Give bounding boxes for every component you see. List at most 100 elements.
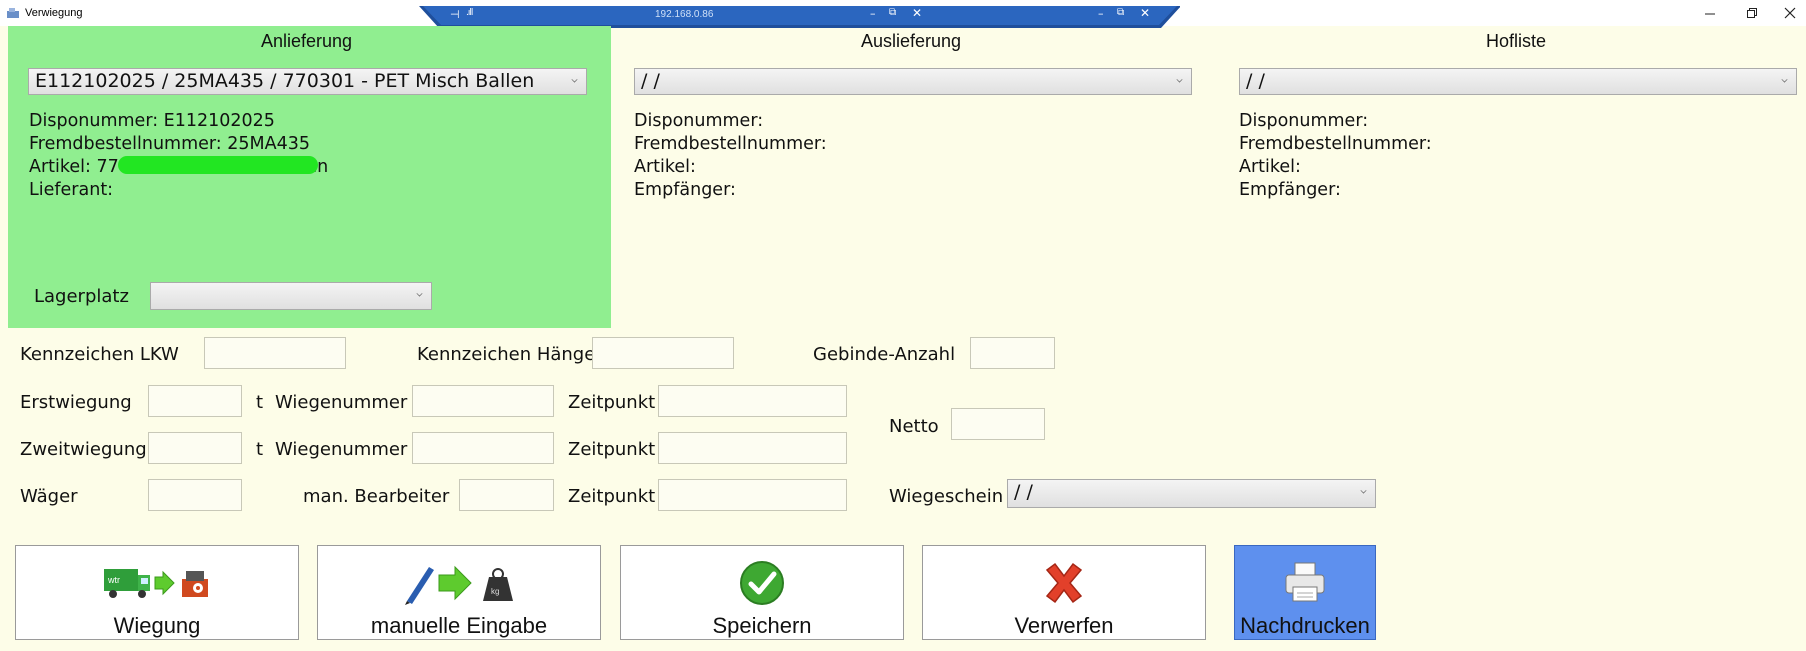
kennzeichen-lkw-input[interactable]: [204, 337, 346, 369]
netto-label: Netto: [889, 416, 939, 437]
wiegung-button[interactable]: wtr Wiegung: [15, 545, 299, 640]
kennzeichen-lkw-label: Kennzeichen LKW: [20, 344, 179, 365]
anlieferung-select[interactable]: E112102025 / 25MA435 / 770301 - PET Misc…: [28, 68, 587, 95]
speichern-icons: [739, 558, 785, 607]
auslieferung-title: Auslieferung: [861, 31, 962, 51]
kennzeichen-haenger-label: Kennzeichen Hänger: [417, 344, 603, 365]
red-x-icon: [1045, 562, 1083, 603]
wiegenummer-2-label: Wiegenummer: [275, 439, 408, 460]
restore-button[interactable]: [1737, 4, 1767, 22]
hofliste-fremdbestellnummer: Fremdbestellnummer:: [1239, 134, 1432, 154]
close-icon: [1784, 7, 1796, 19]
nachdrucken-icons: [1282, 558, 1328, 607]
hofliste-selected-value: / /: [1246, 70, 1265, 92]
auslieferung-details: Disponummer: Fremdbestellnummer: Artikel…: [634, 110, 827, 202]
title-bar: Verwiegung ⊣ .ıll 192.168.0.86 – ⧉ ✕ – ⧉…: [0, 0, 1806, 28]
gebinde-anzahl-input[interactable]: [970, 337, 1055, 369]
auslieferung-selected-value: / /: [641, 70, 660, 92]
verwerfen-label: Verwerfen: [1014, 613, 1114, 638]
hofliste-select[interactable]: / /: [1239, 68, 1797, 95]
pen-arrow-weight-icon: kg: [405, 565, 513, 605]
remote-close-icon-2[interactable]: ✕: [1140, 6, 1150, 20]
chevron-down-icon: [1781, 76, 1788, 83]
verwerfen-button[interactable]: Verwerfen: [922, 545, 1206, 640]
erstwiegung-unit: t: [256, 392, 264, 413]
zeitpunkt-1-input[interactable]: [658, 385, 847, 417]
manuelle-eingabe-icons: kg: [399, 558, 519, 607]
hofliste-empfaenger: Empfänger:: [1239, 180, 1341, 200]
auslieferung-select[interactable]: / /: [634, 68, 1192, 95]
wiegenummer-2-input[interactable]: [412, 432, 554, 464]
hofliste-disponummer: Disponummer:: [1239, 111, 1369, 131]
wiegenummer-1-label: Wiegenummer: [275, 392, 408, 413]
anlieferung-disponummer: Disponummer: E112102025: [29, 111, 275, 131]
anlieferung-selected-value: E112102025 / 25MA435 / 770301 - PET Misc…: [35, 70, 535, 92]
remote-minimize-icon[interactable]: –: [870, 7, 876, 20]
zeitpunkt-1-label: Zeitpunkt: [568, 392, 656, 413]
zweitwiegung-label: Zweitwiegung: [20, 439, 147, 460]
manuelle-eingabe-label: manuelle Eingabe: [370, 613, 548, 638]
speichern-label: Speichern: [712, 613, 812, 638]
manuelle-eingabe-button[interactable]: kg manuelle Eingabe: [317, 545, 601, 640]
zeitpunkt-3-input[interactable]: [658, 479, 847, 511]
waeger-input[interactable]: [148, 479, 242, 511]
printer-icon: [1285, 562, 1325, 601]
netto-input[interactable]: [951, 408, 1045, 440]
wiegung-label: Wiegung: [113, 613, 201, 638]
nachdrucken-label: Nachdrucken: [1240, 613, 1370, 638]
auslieferung-disponummer: Disponummer:: [634, 111, 764, 131]
signal-icon: .ıll: [466, 8, 473, 18]
minimize-button[interactable]: [1695, 4, 1725, 22]
hofliste-artikel: Artikel:: [1239, 157, 1301, 177]
chevron-down-icon: [416, 290, 423, 297]
zeitpunkt-3-label: Zeitpunkt: [568, 486, 656, 507]
chevron-down-icon: [571, 76, 578, 83]
truck-icon: wtr: [104, 568, 208, 598]
zweitwiegung-unit: t: [256, 439, 264, 460]
wiegeschein-select[interactable]: / /: [1007, 479, 1376, 508]
auslieferung-fremdbestellnummer: Fremdbestellnummer:: [634, 134, 827, 154]
chevron-down-icon: [1360, 487, 1367, 494]
erstwiegung-input[interactable]: [148, 385, 242, 417]
lagerplatz-label: Lagerplatz: [34, 286, 129, 307]
remote-restore-icon[interactable]: ⧉: [889, 7, 896, 18]
nachdrucken-button[interactable]: Nachdrucken: [1234, 545, 1376, 640]
wiegeschein-value: / /: [1014, 481, 1033, 503]
remote-minimize-icon-2[interactable]: –: [1098, 7, 1104, 20]
lagerplatz-select[interactable]: [150, 282, 432, 310]
man-bearbeiter-label: man. Bearbeiter: [303, 486, 450, 507]
anlieferung-title: Anlieferung: [261, 31, 353, 51]
man-bearbeiter-input[interactable]: [459, 479, 554, 511]
anlieferung-fremdbestellnummer: Fremdbestellnummer: 25MA435: [29, 134, 310, 154]
zweitwiegung-input[interactable]: [148, 432, 242, 464]
zeitpunkt-2-label: Zeitpunkt: [568, 439, 656, 460]
wiegung-icons: wtr: [102, 558, 212, 607]
wiegenummer-1-input[interactable]: [412, 385, 554, 417]
restore-icon: [1747, 8, 1757, 18]
remote-close-icon[interactable]: ✕: [912, 6, 922, 20]
chevron-down-icon: [1176, 76, 1183, 83]
window-title: Verwiegung: [25, 7, 83, 19]
gebinde-anzahl-label: Gebinde-Anzahl: [813, 344, 956, 365]
remote-address: 192.168.0.86: [655, 9, 714, 20]
app-icon: [7, 8, 19, 18]
speichern-button[interactable]: Speichern: [620, 545, 904, 640]
kennzeichen-haenger-input[interactable]: [592, 337, 734, 369]
close-button[interactable]: [1775, 4, 1805, 22]
anlieferung-lieferant: Lieferant:: [29, 180, 114, 200]
auslieferung-artikel: Artikel:: [634, 157, 696, 177]
remote-restore-icon-2[interactable]: ⧉: [1117, 7, 1124, 18]
verwerfen-icons: [1041, 558, 1087, 607]
minimize-icon: [1705, 13, 1715, 15]
pin-icon[interactable]: ⊣: [450, 8, 460, 21]
auslieferung-empfaenger: Empfänger:: [634, 180, 736, 200]
hofliste-title: Hofliste: [1486, 31, 1547, 51]
redacted-lieferant: [118, 156, 318, 174]
waeger-label: Wäger: [20, 486, 78, 507]
svg-text:kg: kg: [491, 587, 499, 596]
zeitpunkt-2-input[interactable]: [658, 432, 847, 464]
erstwiegung-label: Erstwiegung: [20, 392, 132, 413]
check-icon: [740, 560, 784, 605]
wiegeschein-label: Wiegeschein: [889, 486, 1004, 507]
hofliste-details: Disponummer: Fremdbestellnummer: Artikel…: [1239, 110, 1432, 202]
